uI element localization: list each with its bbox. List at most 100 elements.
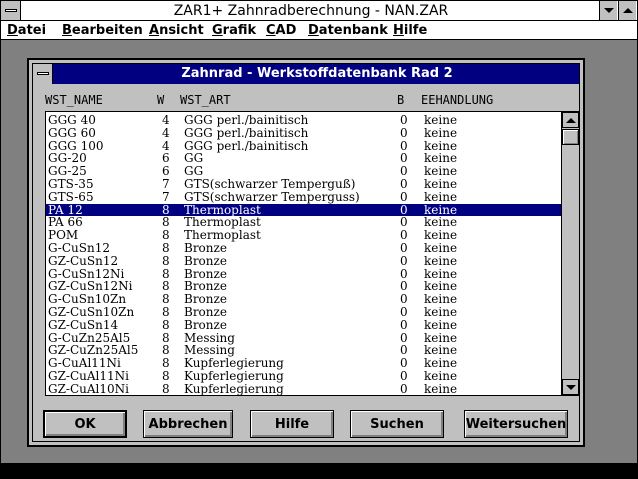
main-titlebar[interactable]: ZAR1+ Zahnradberechnung - NAN.ZAR: [1, 1, 637, 21]
column-header-art: WST_ART: [180, 93, 231, 107]
list-item[interactable]: GZ-CuSn10Zn 8 Bronze 0 keine: [46, 306, 561, 319]
cell-art: GTS(schwarzer Temperguss): [184, 189, 360, 204]
window-title: ZAR1+ Zahnradberechnung - NAN.ZAR: [173, 3, 449, 19]
cell-name: GZ-CuAl10Ni: [48, 381, 129, 396]
menu-datei[interactable]: Datei: [7, 23, 46, 38]
help-button[interactable]: Hilfe: [250, 410, 334, 438]
column-header-name: WST_NAME: [45, 93, 103, 107]
menu-ansicht[interactable]: Ansicht: [149, 23, 204, 38]
cell-w: 7: [162, 189, 170, 204]
cell-name: GZ-CuSn14: [48, 317, 119, 332]
cell-name: G-CuSn12: [48, 240, 110, 255]
search-next-button[interactable]: Weitersuchen: [464, 410, 568, 438]
scroll-thumb[interactable]: [562, 129, 579, 145]
cell-behandlung: keine: [424, 189, 458, 204]
cell-name: GTS-35: [48, 176, 94, 191]
column-header-behandlung: EEHANDLUNG: [421, 93, 494, 107]
cell-name: GTS-65: [48, 189, 94, 204]
cell-b: 0: [400, 253, 408, 268]
cell-b: 0: [400, 381, 408, 396]
list-item[interactable]: GTS-35 7 GTS(schwarzer Temperguß) 0 keine: [46, 178, 561, 191]
list-item[interactable]: GZ-CuAl11Ni 8 Kupferlegierung 0 keine: [46, 370, 561, 383]
cell-w: 4: [162, 113, 170, 127]
list-item[interactable]: GTS-65 7 GTS(schwarzer Temperguss) 0 keine: [46, 189, 561, 204]
cell-art: Bronze: [184, 317, 227, 332]
main-window: ZAR1+ Zahnradberechnung - NAN.ZAR Datei …: [0, 0, 638, 464]
cell-behandlung: keine: [424, 125, 458, 140]
search-button[interactable]: Suchen: [350, 410, 444, 438]
list-item[interactable]: PA 66 8 Thermoplast 0 keine: [46, 216, 561, 229]
menu-grafik[interactable]: Grafik: [212, 23, 256, 38]
cell-w: 8: [162, 304, 170, 319]
material-listbox[interactable]: GGG 40 4 GGG perl./bainitisch 0 keine GGG 60 4…: [45, 111, 580, 396]
cell-b: 0: [400, 304, 408, 319]
cell-behandlung: keine: [424, 381, 458, 396]
vertical-scrollbar[interactable]: [561, 112, 579, 395]
cell-name: GZ-CuAl11Ni: [48, 368, 129, 383]
cell-w: 8: [162, 253, 170, 268]
list-item[interactable]: GZ-CuZn25Al5 8 Messing 0 keine: [46, 344, 561, 357]
menu-datenbank[interactable]: Datenbank: [308, 23, 388, 38]
cell-name: GGG 60: [48, 125, 96, 140]
list-item[interactable]: GGG 40 4 GGG perl./bainitisch 0 keine: [46, 114, 561, 127]
column-header-w: W: [157, 93, 165, 107]
menu-cad[interactable]: CAD: [266, 23, 296, 38]
cell-b: 0: [400, 176, 408, 191]
list-item[interactable]: GG-20 6 GG 0 keine: [46, 152, 561, 165]
cell-name: GZ-CuSn12: [48, 253, 119, 268]
list-item[interactable]: GZ-CuAl10Ni 8 Kupferlegierung 0 keine: [46, 381, 561, 396]
cell-art: Bronze: [184, 253, 227, 268]
cell-b: 0: [400, 240, 408, 255]
list-item[interactable]: GZ-CuSn14 8 Bronze 0 keine: [46, 317, 561, 332]
dialog-system-menu-icon[interactable]: [33, 64, 53, 84]
cell-behandlung: keine: [424, 240, 458, 255]
menu-hilfe[interactable]: Hilfe: [393, 23, 427, 38]
cell-art: Bronze: [184, 240, 227, 255]
list-item[interactable]: GZ-CuSn12 8 Bronze 0 keine: [46, 253, 561, 268]
cell-behandlung: keine: [424, 113, 458, 127]
cell-behandlung: keine: [424, 317, 458, 332]
cell-behandlung: keine: [424, 253, 458, 268]
list-item[interactable]: GGG 60 4 GGG perl./bainitisch 0 keine: [46, 125, 561, 140]
cell-behandlung: keine: [424, 304, 458, 319]
list-item[interactable]: GGG 100 4 GGG perl./bainitisch 0 keine: [46, 139, 561, 153]
cell-art: Kupferlegierung: [184, 368, 284, 383]
cell-w: 8: [162, 240, 170, 255]
cell-art: Kupferlegierung: [184, 381, 284, 396]
cell-name: GGG 40: [48, 113, 96, 127]
cell-w: 8: [162, 381, 170, 396]
menubar: Datei Bearbeiten Ansicht Grafik CAD Date…: [1, 21, 637, 40]
cell-art: GGG perl./bainitisch: [184, 113, 309, 127]
list-item[interactable]: PA 12 8 Thermoplast 0 keine: [46, 203, 561, 217]
cell-art: Bronze: [184, 304, 227, 319]
cell-b: 0: [400, 317, 408, 332]
maximize-icon[interactable]: [618, 1, 636, 20]
cancel-button[interactable]: Abbrechen: [143, 410, 233, 438]
cell-w: 4: [162, 125, 170, 140]
minimize-icon[interactable]: [599, 1, 617, 20]
list-item[interactable]: POM 8 Thermoplast 0 keine: [46, 229, 561, 242]
cell-w: 7: [162, 176, 170, 191]
ok-button[interactable]: OK: [43, 410, 127, 438]
cell-behandlung: keine: [424, 368, 458, 383]
system-menu-icon[interactable]: [1, 1, 21, 20]
cell-b: 0: [400, 368, 408, 383]
dialog-titlebar[interactable]: Zahnrad - Werkstoffdatenbank Rad 2: [33, 64, 579, 84]
column-header-b: B: [397, 93, 405, 107]
cell-art: GTS(schwarzer Temperguß): [184, 176, 356, 191]
cell-b: 0: [400, 113, 408, 127]
cell-b: 0: [400, 125, 408, 140]
cell-w: 8: [162, 317, 170, 332]
scroll-down-icon[interactable]: [562, 379, 579, 395]
menu-bearbeiten[interactable]: Bearbeiten: [62, 23, 143, 38]
dialog-title: Zahnrad - Werkstoffdatenbank Rad 2: [181, 66, 453, 81]
cell-behandlung: keine: [424, 176, 458, 191]
material-database-dialog: Zahnrad - Werkstoffdatenbank Rad 2 WST_N…: [27, 58, 585, 447]
cell-art: GGG perl./bainitisch: [184, 125, 309, 140]
list-item[interactable]: G-CuSn12 8 Bronze 0 keine: [46, 242, 561, 255]
cell-b: 0: [400, 189, 408, 204]
material-rows: GGG 40 4 GGG perl./bainitisch 0 keine GGG 60 4…: [46, 114, 561, 396]
scroll-up-icon[interactable]: [562, 112, 579, 128]
cell-w: 8: [162, 368, 170, 383]
cell-name: GZ-CuSn10Zn: [48, 304, 135, 319]
